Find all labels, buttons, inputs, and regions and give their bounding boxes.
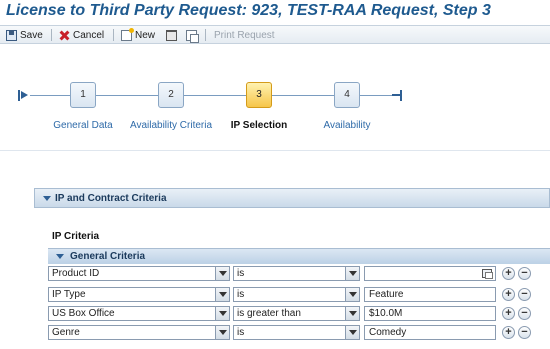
roadmap-step-label-availability[interactable]: Availability	[307, 120, 387, 131]
criteria-value-text: Comedy	[369, 327, 407, 338]
criteria-operator-dropdown[interactable]: is greater than	[233, 306, 360, 321]
roadmap-step-4[interactable]: 4	[334, 82, 360, 108]
roadmap-step-3[interactable]: 3	[246, 82, 272, 108]
criteria-row: Genre is Comedy + −	[48, 325, 550, 341]
criteria-value-input[interactable]	[364, 266, 496, 281]
toolbar-separator	[113, 29, 114, 41]
copy-icon	[186, 29, 199, 43]
add-row-button[interactable]: +	[502, 267, 515, 280]
roadmap-step-2[interactable]: 2	[158, 82, 184, 108]
cancel-icon	[59, 30, 70, 41]
roadmap: 1 2 3 4 General Data Availability Criter…	[0, 70, 550, 140]
roadmap-end-icon	[392, 90, 402, 101]
trash-icon	[166, 29, 177, 41]
cancel-button[interactable]: Cancel	[59, 28, 104, 42]
subsection-title: General Criteria	[70, 251, 146, 262]
print-request-button[interactable]: Print Request	[214, 28, 275, 42]
toolbar: Save Cancel New Print Request	[0, 25, 550, 44]
chevron-down-icon[interactable]	[215, 326, 229, 339]
criteria-row: US Box Office is greater than $10.0M + −	[48, 306, 550, 322]
roadmap-step-label-availability-criteria[interactable]: Availability Criteria	[126, 120, 216, 131]
criteria-field-dropdown[interactable]: Genre	[48, 325, 230, 340]
criteria-field-value: Genre	[52, 327, 80, 338]
chevron-down-icon[interactable]	[345, 326, 359, 339]
remove-row-button[interactable]: −	[518, 267, 531, 280]
criteria-operator-dropdown[interactable]: is	[233, 287, 360, 302]
criteria-field-dropdown[interactable]: US Box Office	[48, 306, 230, 321]
divider	[0, 150, 550, 151]
roadmap-step-1[interactable]: 1	[70, 82, 96, 108]
save-button[interactable]: Save	[6, 28, 43, 42]
criteria-value-input[interactable]: Feature	[364, 287, 496, 302]
delete-button[interactable]	[166, 28, 180, 42]
save-icon	[6, 29, 17, 41]
page-title: License to Third Party Request: 923, TES…	[6, 2, 491, 19]
new-button[interactable]: New	[121, 27, 156, 42]
ip-criteria-heading: IP Criteria	[52, 231, 100, 242]
chevron-down-icon[interactable]	[215, 307, 229, 320]
criteria-field-dropdown[interactable]: Product ID	[48, 266, 230, 281]
toolbar-separator	[205, 29, 206, 41]
roadmap-start-icon	[18, 90, 30, 101]
remove-row-button[interactable]: −	[518, 326, 531, 339]
criteria-value-input[interactable]: $10.0M	[364, 306, 496, 321]
cancel-label: Cancel	[73, 29, 105, 41]
new-label: New	[135, 29, 156, 41]
section-header-ip-contract-criteria[interactable]: IP and Contract Criteria	[34, 188, 550, 208]
copy-button[interactable]	[186, 28, 200, 43]
remove-row-button[interactable]: −	[518, 307, 531, 320]
section-header-general-criteria[interactable]: General Criteria	[48, 248, 550, 264]
criteria-operator-dropdown[interactable]: is	[233, 325, 360, 340]
criteria-value-text: Feature	[369, 289, 404, 300]
criteria-row: Product ID is + −	[48, 266, 550, 282]
criteria-operator-value: is	[237, 268, 245, 279]
title-bar: License to Third Party Request: 923, TES…	[0, 0, 550, 24]
criteria-operator-value: is greater than	[237, 308, 301, 319]
remove-row-button[interactable]: −	[518, 288, 531, 301]
new-document-icon	[121, 27, 134, 41]
value-help-icon[interactable]	[482, 269, 493, 279]
criteria-operator-value: is	[237, 289, 245, 300]
criteria-field-value: IP Type	[52, 289, 86, 300]
collapse-triangle-icon	[43, 196, 51, 201]
add-row-button[interactable]: +	[502, 288, 515, 301]
criteria-row: IP Type is Feature + −	[48, 287, 550, 303]
collapse-triangle-icon	[56, 254, 64, 259]
criteria-operator-dropdown[interactable]: is	[233, 266, 360, 281]
criteria-field-value: Product ID	[52, 268, 100, 279]
criteria-value-text: $10.0M	[369, 308, 403, 319]
print-request-label: Print Request	[214, 29, 275, 41]
roadmap-step-label-ip-selection: IP Selection	[230, 120, 288, 131]
chevron-down-icon[interactable]	[345, 288, 359, 301]
criteria-operator-value: is	[237, 327, 245, 338]
chevron-down-icon[interactable]	[215, 288, 229, 301]
criteria-field-value: US Box Office	[52, 308, 115, 319]
add-row-button[interactable]: +	[502, 307, 515, 320]
criteria-field-dropdown[interactable]: IP Type	[48, 287, 230, 302]
criteria-value-input[interactable]: Comedy	[364, 325, 496, 340]
chevron-down-icon[interactable]	[345, 307, 359, 320]
chevron-down-icon[interactable]	[215, 267, 229, 280]
section-title: IP and Contract Criteria	[55, 193, 167, 204]
toolbar-separator	[51, 29, 52, 41]
save-label: Save	[20, 29, 43, 41]
roadmap-step-label-general-data[interactable]: General Data	[43, 120, 123, 131]
add-row-button[interactable]: +	[502, 326, 515, 339]
chevron-down-icon[interactable]	[345, 267, 359, 280]
